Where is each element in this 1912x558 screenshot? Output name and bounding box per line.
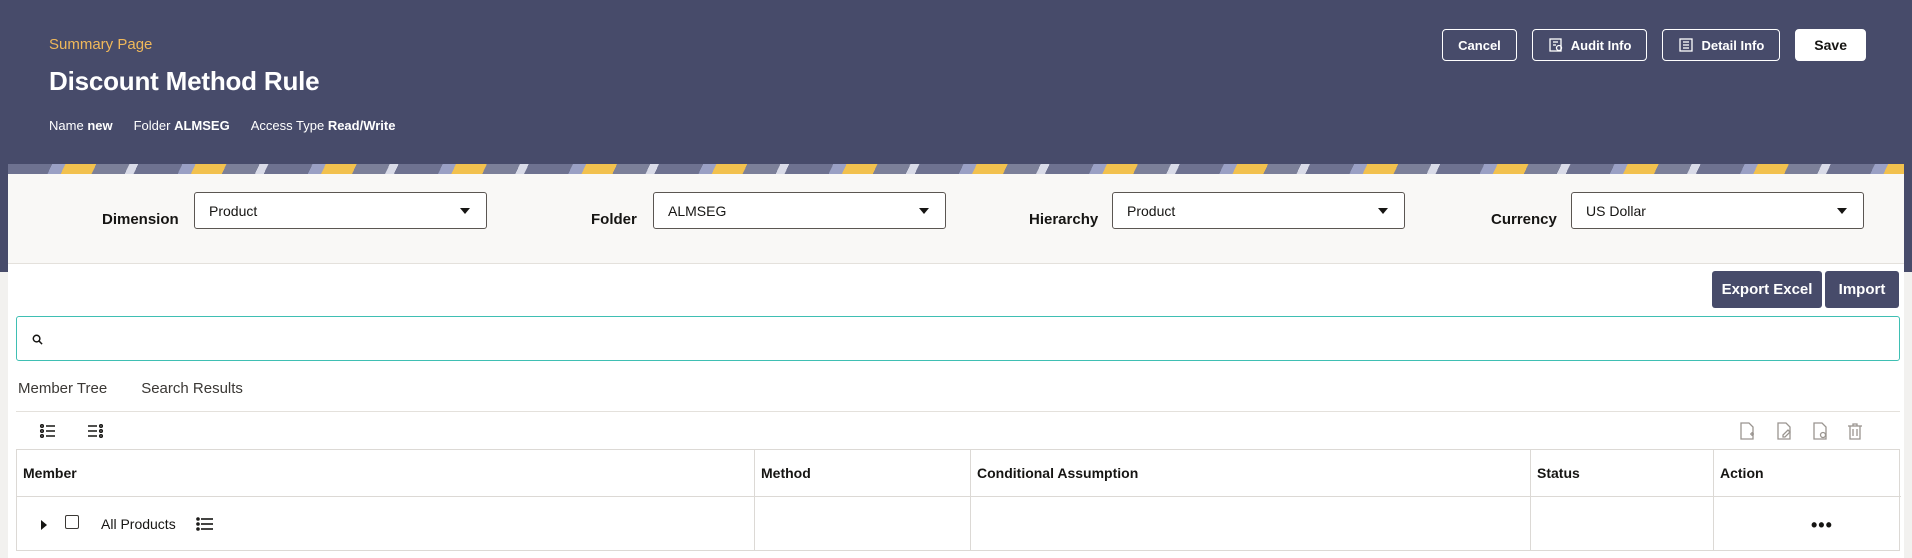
detail-label: Detail Info	[1701, 37, 1765, 53]
detail-icon	[1679, 38, 1694, 52]
cancel-label: Cancel	[1458, 37, 1501, 53]
decorative-banner	[8, 164, 1904, 174]
edit-file-icon[interactable]	[1775, 422, 1793, 440]
col-action[interactable]: Action	[1714, 450, 1901, 497]
currency-select[interactable]: US Dollar	[1571, 192, 1864, 229]
meta-access-label: Access Type	[250, 118, 325, 133]
expand-all-icon[interactable]	[39, 422, 57, 440]
action-cell: •••	[1714, 497, 1901, 550]
search-icon	[32, 334, 43, 345]
search-input[interactable]	[16, 316, 1900, 361]
collapse-all-icon[interactable]	[86, 422, 104, 440]
conditional-cell	[971, 497, 1531, 550]
meta-folder-value: ALMSEG	[174, 118, 230, 133]
col-member[interactable]: Member	[17, 450, 755, 497]
tree-toolbar	[16, 411, 1900, 452]
hierarchy-select[interactable]: Product	[1112, 192, 1405, 229]
audit-label: Audit Info	[1570, 37, 1632, 53]
folder-select[interactable]: ALMSEG	[653, 192, 946, 229]
view-file-icon[interactable]	[1811, 422, 1829, 440]
rule-card: Dimension Product Folder ALMSEG Hierarch…	[8, 164, 1904, 558]
expand-arrow-icon[interactable]	[41, 519, 47, 530]
cancel-button[interactable]: Cancel	[1442, 29, 1517, 61]
folder-label: Folder	[591, 211, 637, 228]
chevron-down-icon	[919, 208, 929, 214]
list-icon[interactable]	[195, 516, 214, 532]
import-button[interactable]: Import	[1825, 271, 1899, 308]
meta-access: Access Type Read/Write	[251, 118, 396, 133]
meta-access-value: Read/Write	[327, 118, 396, 133]
folder-value: ALMSEG	[668, 202, 727, 219]
chevron-down-icon	[460, 208, 470, 214]
currency-label: Currency	[1491, 211, 1557, 228]
dimension-select[interactable]: Product	[194, 192, 487, 229]
add-file-icon[interactable]	[1738, 422, 1756, 440]
header-buttons: Cancel Audit Info Detail Info Save	[1442, 29, 1866, 61]
currency-value: US Dollar	[1586, 202, 1646, 219]
meta-folder-label: Folder	[133, 118, 171, 133]
export-excel-button[interactable]: Export Excel	[1712, 271, 1822, 308]
chevron-down-icon	[1378, 208, 1388, 214]
method-cell	[755, 497, 971, 550]
col-conditional-assumption[interactable]: Conditional Assumption	[971, 450, 1531, 497]
member-table: Member Method Conditional Assumption Sta…	[16, 449, 1901, 551]
breadcrumb-summary-page[interactable]: Summary Page	[49, 36, 152, 53]
dimension-label: Dimension	[102, 211, 179, 228]
tab-member-tree[interactable]: Member Tree	[18, 380, 107, 397]
save-label: Save	[1814, 37, 1847, 53]
status-cell	[1531, 497, 1714, 550]
hierarchy-label: Hierarchy	[1029, 211, 1099, 228]
meta-name-value: new	[87, 118, 113, 133]
meta-name-label: Name	[49, 118, 84, 133]
view-tabs: Member Tree Search Results	[18, 380, 243, 397]
page-gutter	[0, 272, 8, 558]
chevron-down-icon	[1837, 208, 1847, 214]
audit-info-button[interactable]: Audit Info	[1531, 29, 1648, 61]
col-method[interactable]: Method	[755, 450, 971, 497]
row-checkbox[interactable]	[65, 514, 79, 529]
col-status[interactable]: Status	[1531, 450, 1714, 497]
filter-bar: Dimension Product Folder ALMSEG Hierarch…	[8, 174, 1904, 264]
delete-icon[interactable]	[1846, 422, 1864, 440]
table-row: All Products	[17, 497, 755, 550]
meta-folder: Folder ALMSEG	[134, 118, 230, 133]
page-title: Discount Method Rule	[49, 66, 320, 96]
rule-meta: Name new Folder ALMSEG Access Type Read/…	[49, 118, 395, 133]
member-cell: All Products	[17, 497, 754, 550]
dimension-value: Product	[209, 202, 258, 219]
audit-icon	[1549, 38, 1562, 52]
tab-search-results[interactable]: Search Results	[141, 380, 243, 397]
detail-info-button[interactable]: Detail Info	[1662, 29, 1781, 61]
meta-name: Name new	[49, 118, 113, 133]
member-label: All Products	[101, 515, 176, 532]
hierarchy-value: Product	[1127, 202, 1176, 219]
more-actions-icon[interactable]: •••	[1811, 515, 1833, 536]
save-button[interactable]: Save	[1795, 29, 1866, 61]
